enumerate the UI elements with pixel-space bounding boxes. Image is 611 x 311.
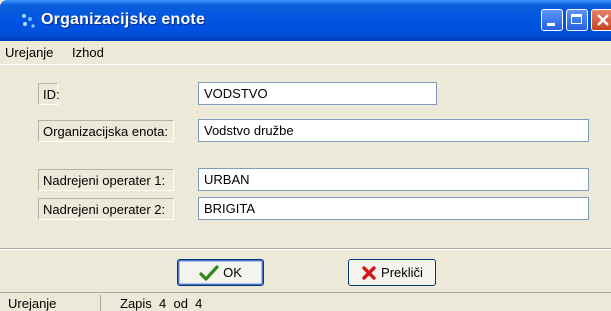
organizacijska-enota-field[interactable]: Vodstvo družbe [198, 119, 589, 142]
maximize-button[interactable] [566, 9, 588, 31]
id-field[interactable]: VODSTVO [198, 82, 437, 105]
cancel-button[interactable]: Prekliči [348, 259, 436, 286]
status-record: Zapis 4 od 4 [120, 296, 203, 311]
organizacijske-enote-window: Organizacijske enote Urejanje Izhod ID: … [0, 0, 611, 311]
menu-separator [0, 64, 611, 65]
close-icon [597, 14, 609, 26]
nadrejeni-operater-1-label: Nadrejeni operater 1: [38, 169, 174, 191]
window-title: Organizacijske enote [41, 11, 206, 28]
nadrejeni-operater-2-label: Nadrejeni operater 2: [38, 198, 174, 220]
status-bar: Urejanje Zapis 4 od 4 [0, 292, 611, 311]
app-icon [22, 14, 35, 28]
cancel-button-label: Prekliči [381, 265, 423, 280]
id-label: ID: [38, 83, 60, 105]
ok-button[interactable]: OK [177, 259, 264, 286]
ok-button-label: OK [223, 265, 242, 280]
title-bar[interactable]: Organizacijske enote [0, 0, 611, 41]
minimize-icon [547, 23, 555, 26]
menu-izhod[interactable]: Izhod [72, 45, 104, 60]
close-button[interactable] [591, 9, 611, 31]
maximize-icon [571, 14, 582, 24]
organizacijska-enota-label: Organizacijska enota: [38, 120, 174, 142]
checkmark-icon [199, 264, 219, 281]
minimize-button[interactable] [541, 9, 563, 31]
x-icon [362, 265, 376, 280]
button-area-divider-highlight [0, 249, 611, 250]
nadrejeni-operater-1-field[interactable]: URBAN [198, 168, 589, 191]
status-mode: Urejanje [8, 296, 57, 311]
menu-bar: Urejanje Izhod [0, 41, 611, 64]
menu-urejanje[interactable]: Urejanje [5, 45, 53, 60]
nadrejeni-operater-2-field[interactable]: BRIGITA [198, 197, 589, 220]
status-separator [100, 295, 101, 311]
